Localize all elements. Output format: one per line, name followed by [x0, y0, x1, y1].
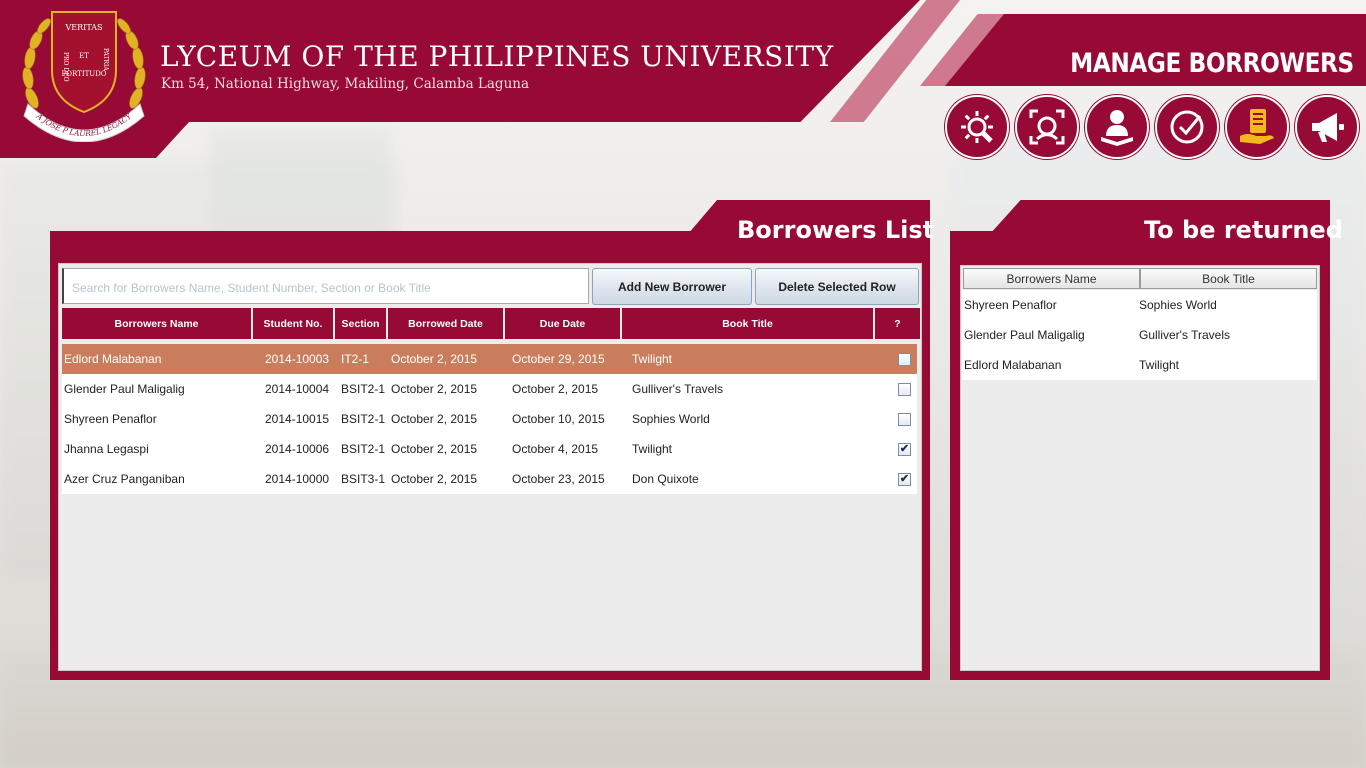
university-name: LYCEUM OF THE PHILIPPINES UNIVERSITY	[160, 40, 834, 73]
table-row[interactable]: Edlord Malabanan 2014-10003 IT2-1 Octobe…	[62, 344, 917, 374]
megaphone-icon[interactable]	[1295, 95, 1359, 159]
table-row[interactable]: Edlord Malabanan Twilight	[962, 350, 1317, 380]
return-table-header: Borrowers Name Book Title	[963, 268, 1317, 289]
return-panel-title: To be returned	[1144, 216, 1343, 244]
clock-check-icon[interactable]	[1155, 95, 1219, 159]
column-header-name[interactable]: Borrowers Name	[963, 268, 1140, 289]
borrowers-table-body: Edlord Malabanan 2014-10003 IT2-1 Octobe…	[62, 344, 917, 494]
returned-checkbox[interactable]: ✔	[898, 442, 911, 456]
nav-icon-bar	[945, 95, 1359, 159]
column-header-borrowed-date[interactable]: Borrowed Date	[388, 308, 505, 339]
svg-text:FORTITUDO: FORTITUDO	[61, 70, 106, 78]
column-header-returned[interactable]: ?	[875, 308, 920, 339]
svg-text:A JOSE P LAUREL LEGACY: A JOSE P LAUREL LEGACY	[34, 111, 134, 138]
table-row[interactable]: Glender Paul Maligalig Gulliver's Travel…	[962, 320, 1317, 350]
returned-checkbox[interactable]: ✔	[898, 472, 911, 486]
table-row[interactable]: Shyreen Penaflor 2014-10015 BSIT2-1 Octo…	[62, 404, 917, 434]
table-row[interactable]: Glender Paul Maligalig 2014-10004 BSIT2-…	[62, 374, 917, 404]
borrowers-panel-title: Borrowers List	[737, 216, 935, 244]
table-row[interactable]: Azer Cruz Panganiban 2014-10000 BSIT3-1 …	[62, 464, 917, 494]
reader-icon[interactable]	[1085, 95, 1149, 159]
table-row[interactable]: Jhanna Legaspi 2014-10006 BSIT2-1 Octobe…	[62, 434, 917, 464]
add-borrower-button[interactable]: Add New Borrower	[592, 268, 752, 305]
column-header-book-title[interactable]: Book Title	[1140, 268, 1317, 289]
face-scan-icon[interactable]	[1015, 95, 1079, 159]
column-header-student-no[interactable]: Student No.	[253, 308, 335, 339]
svg-text:ET: ET	[79, 52, 89, 60]
column-header-book-title[interactable]: Book Title	[622, 308, 875, 339]
university-seal-logo: VERITAS ET PRO DEO PATRIA FORTITUDO A JO…	[22, 11, 146, 142]
university-address: Km 54, National Highway, Makiling, Calam…	[161, 76, 530, 92]
svg-text:VERITAS: VERITAS	[65, 23, 103, 32]
returned-checkbox[interactable]	[898, 352, 911, 366]
settings-tools-icon[interactable]	[945, 95, 1009, 159]
borrowers-table-header: Borrowers Name Student No. Section Borro…	[62, 308, 920, 339]
search-input[interactable]: Search for Borrowers Name, Student Numbe…	[62, 268, 589, 304]
page-title: MANAGE BORROWERS	[1070, 48, 1354, 79]
return-table-body: Shyreen Penaflor Sophies World Glender P…	[962, 290, 1317, 380]
returned-checkbox[interactable]	[898, 382, 911, 396]
svg-text:PATRIA: PATRIA	[102, 48, 109, 71]
table-row[interactable]: Shyreen Penaflor Sophies World	[962, 290, 1317, 320]
column-header-due-date[interactable]: Due Date	[505, 308, 622, 339]
title-banner: MANAGE BORROWERS	[945, 14, 1366, 86]
column-header-name[interactable]: Borrowers Name	[62, 308, 253, 339]
returned-checkbox[interactable]	[898, 412, 911, 426]
column-header-section[interactable]: Section	[335, 308, 388, 339]
book-hand-icon[interactable]	[1225, 95, 1289, 159]
delete-row-button[interactable]: Delete Selected Row	[755, 268, 919, 305]
